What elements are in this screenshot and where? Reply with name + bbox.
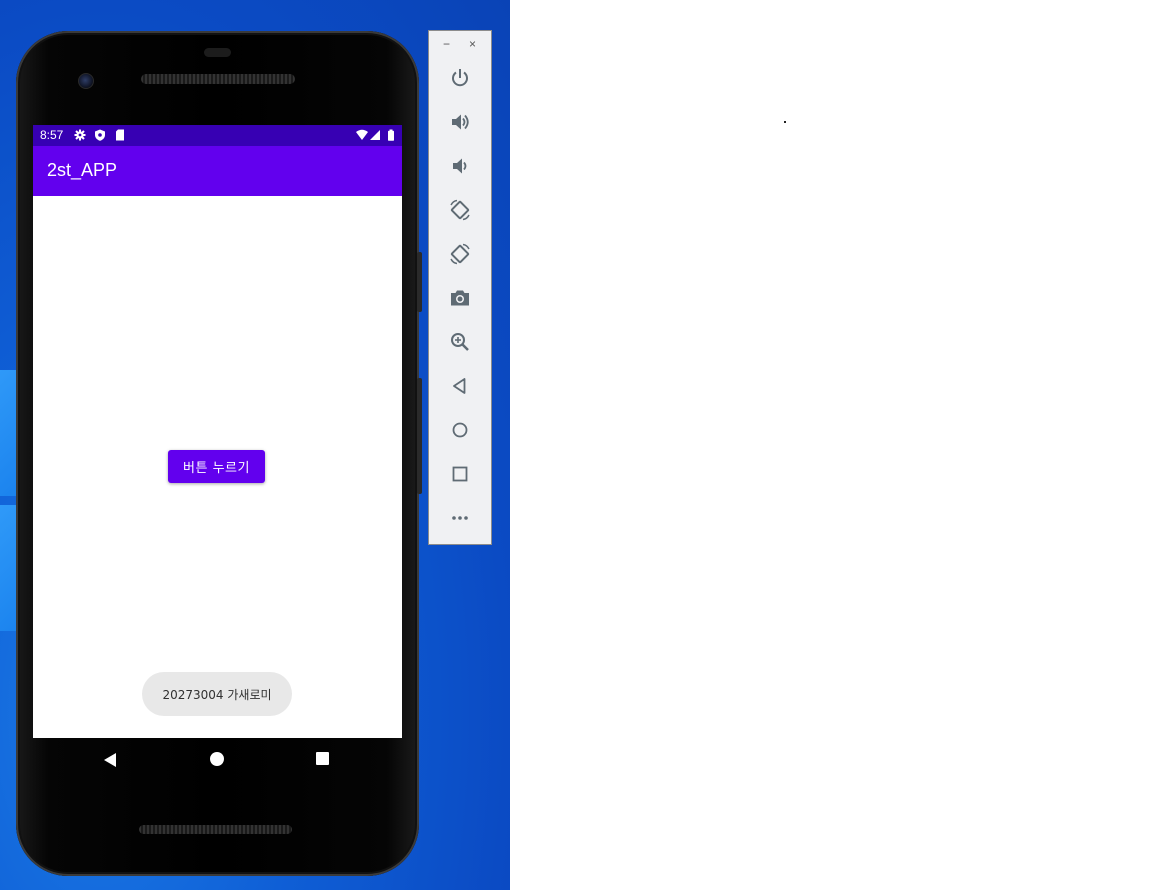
sd-card-icon <box>116 129 124 141</box>
zoom-button[interactable] <box>447 329 473 355</box>
status-time: 8:57 <box>40 128 64 142</box>
emulator-overview-button[interactable] <box>447 461 473 487</box>
press-button[interactable]: 버튼 누르기 <box>168 450 265 483</box>
desktop-logo-pane <box>0 370 16 496</box>
emulator-home-button[interactable] <box>447 417 473 443</box>
close-button[interactable]: × <box>469 37 476 51</box>
power-side-button[interactable] <box>417 378 422 494</box>
phone-screen: 8:57 2st_APP 버튼 누르기 20273004 가새로미 <box>33 125 402 738</box>
status-bar: 8:57 <box>33 125 402 146</box>
zoom-icon <box>451 333 469 351</box>
power-icon <box>452 69 468 87</box>
front-camera <box>78 73 94 89</box>
top-speaker-grille <box>141 74 295 84</box>
shield-icon <box>95 129 105 141</box>
volume-up-icon <box>452 114 469 130</box>
volume-down-button[interactable] <box>447 153 473 179</box>
more-button[interactable] <box>447 505 473 531</box>
minimize-button[interactable]: − <box>443 37 450 51</box>
emulator-back-button[interactable] <box>447 373 473 399</box>
gear-icon <box>74 129 86 141</box>
emulator-toolbar: − × <box>428 30 492 545</box>
overview-icon <box>452 466 468 482</box>
stray-dot <box>784 121 786 123</box>
volume-side-button[interactable] <box>417 252 422 312</box>
screen-root: 8:57 2st_APP 버튼 누르기 20273004 가새로미 − × <box>0 0 1152 890</box>
signal-icon <box>370 130 380 140</box>
screenshot-button[interactable] <box>447 285 473 311</box>
earpiece <box>204 48 231 57</box>
home-icon[interactable] <box>210 752 224 766</box>
back-icon <box>453 378 466 394</box>
rotate-left-icon <box>450 199 470 221</box>
volume-up-button[interactable] <box>447 109 473 135</box>
bottom-speaker-grille <box>139 825 292 834</box>
rotate-right-button[interactable] <box>447 241 473 267</box>
power-button[interactable] <box>447 65 473 91</box>
battery-icon <box>388 129 394 141</box>
wifi-icon <box>356 129 368 140</box>
more-icon <box>452 516 468 520</box>
app-title: 2st_APP <box>47 160 118 180</box>
camera-icon <box>451 290 469 306</box>
toast-message: 20273004 가새로미 <box>142 672 292 716</box>
home-icon <box>452 422 468 438</box>
recents-icon[interactable] <box>316 752 329 765</box>
volume-down-icon <box>453 158 467 174</box>
rotate-left-button[interactable] <box>447 197 473 223</box>
app-toolbar: 2st_APP <box>33 146 402 196</box>
back-icon[interactable] <box>103 752 117 768</box>
rotate-right-icon <box>450 243 470 265</box>
desktop-logo-pane <box>0 505 16 631</box>
